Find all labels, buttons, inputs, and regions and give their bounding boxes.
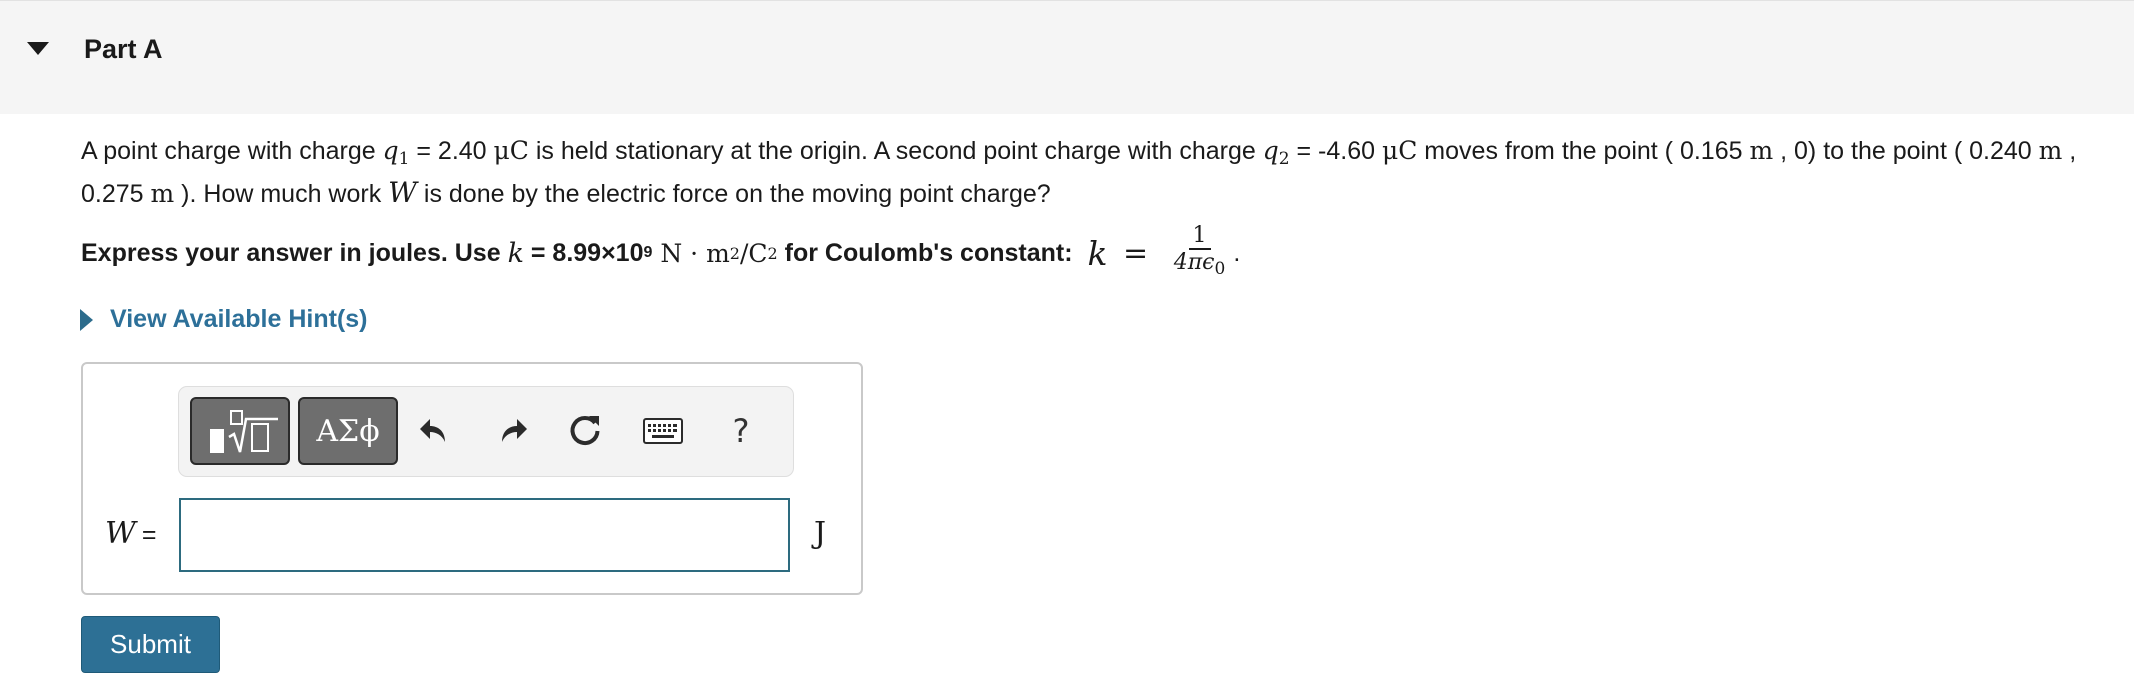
hints-label[interactable]: View Available Hint(s)	[110, 305, 367, 334]
problem-text: is done by the electric force on the mov…	[416, 180, 1051, 208]
greek-symbols-button[interactable]: ΑΣϕ	[298, 397, 398, 465]
w-symbol: W	[388, 176, 417, 209]
caret-right-icon	[80, 308, 93, 331]
equals-sign: =	[141, 521, 157, 549]
reset-icon[interactable]	[563, 409, 607, 453]
help-button[interactable]: ?	[719, 409, 763, 453]
templates-button[interactable]	[190, 397, 290, 465]
keyboard-icon[interactable]	[641, 409, 685, 453]
problem-text: = 2.40	[409, 137, 494, 165]
meter-unit: m	[150, 179, 175, 208]
page: Part A A point charge with charge q1 = 2…	[0, 0, 2134, 692]
fraction-denominator-text: 4πϵ	[1173, 250, 1215, 275]
q2-symbol: q	[1262, 136, 1279, 165]
q2-subscript: 2	[1278, 149, 1290, 169]
exponent: 9	[643, 244, 653, 261]
coulomb-fraction: 1 4πϵ0	[1170, 224, 1230, 282]
problem-statement: A point charge with charge q1 = 2.40 μC …	[81, 134, 2081, 211]
part-header: Part A	[0, 0, 2134, 114]
instruction-text: = 8.99×10	[523, 238, 644, 267]
epsilon-subscript: 0	[1214, 259, 1226, 279]
meter-unit: m	[1749, 136, 1774, 165]
units: N · m	[652, 238, 730, 268]
problem-text: , 0) to the point ( 0.240	[1773, 137, 2039, 165]
problem-text: ). How much work	[174, 180, 389, 208]
problem-text: moves from the point ( 0.165	[1417, 137, 1750, 165]
redo-icon[interactable]	[490, 409, 534, 453]
fraction-numerator: 1	[1188, 224, 1211, 250]
q1-symbol: q	[382, 136, 399, 165]
q1-subscript: 1	[398, 149, 410, 169]
answer-instruction: Express your answer in joules. Use k = 8…	[81, 224, 1881, 282]
units-exponent: 2	[729, 243, 740, 263]
math-toolbar: ΑΣϕ ?	[178, 386, 794, 477]
fraction-denominator: 4πϵ0	[1170, 250, 1230, 282]
instruction-text: Express your answer in joules. Use	[81, 238, 508, 267]
q2-unit: μC	[1381, 136, 1418, 165]
instruction-text: for Coulomb's constant:	[777, 238, 1080, 267]
units-exponent: 2	[767, 243, 778, 263]
answer-input[interactable]	[179, 498, 790, 572]
submit-button[interactable]: Submit	[81, 616, 220, 673]
q1-unit: μC	[493, 136, 529, 165]
meter-unit: m	[2038, 136, 2063, 165]
view-hints-link[interactable]: View Available Hint(s)	[80, 305, 367, 334]
answer-box: ΑΣϕ ? W = J	[81, 362, 863, 595]
k-symbol: k	[507, 237, 524, 269]
templates-icon	[210, 410, 278, 453]
w-symbol: W	[105, 516, 136, 551]
part-title: Part A	[84, 34, 163, 64]
problem-text: = -4.60	[1289, 137, 1382, 165]
k-symbol: k	[1087, 233, 1108, 273]
answer-variable-label: W =	[105, 516, 156, 551]
units: /C	[739, 238, 768, 268]
collapse-caret-icon[interactable]	[27, 42, 49, 55]
period: .	[1233, 238, 1241, 267]
problem-text: is held stationary at the origin. A seco…	[528, 137, 1263, 165]
unit-label: J	[814, 516, 827, 551]
problem-text: A point charge with charge	[81, 137, 383, 165]
undo-icon[interactable]	[413, 409, 457, 453]
equals-sign: =	[1113, 235, 1158, 271]
